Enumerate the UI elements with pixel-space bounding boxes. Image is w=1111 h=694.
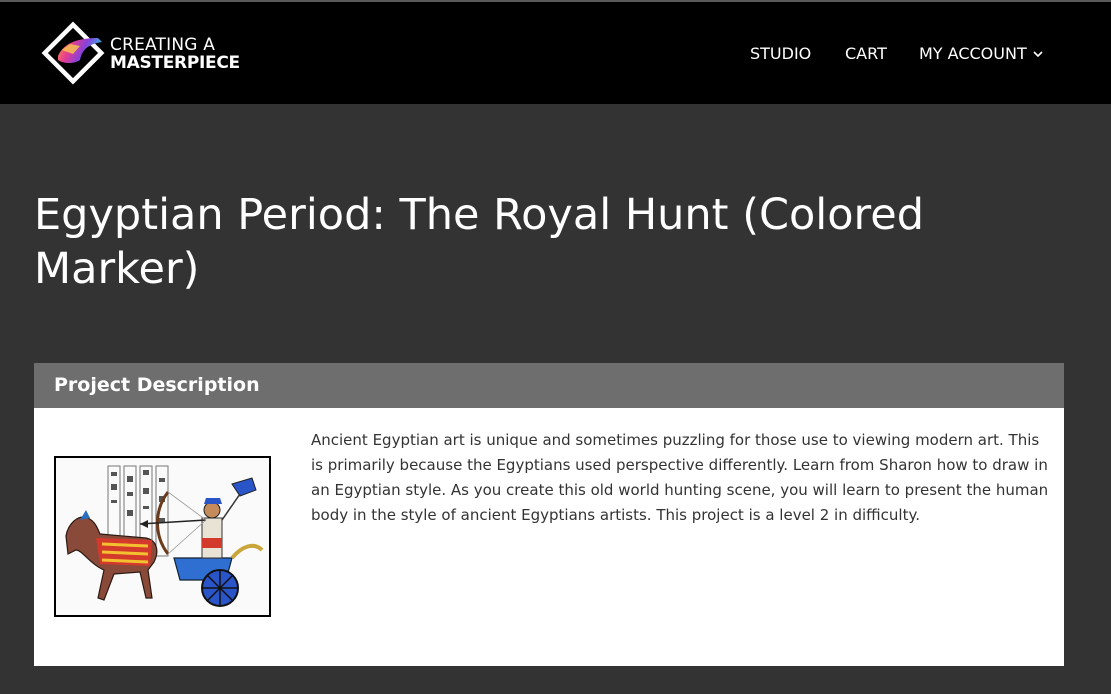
nav-studio[interactable]: STUDIO: [750, 44, 811, 63]
card-title: Project Description: [54, 374, 260, 396]
project-description-card: Project Description Ancient Egyptian art…: [34, 363, 1064, 666]
main-nav: STUDIO CART MY ACCOUNT: [0, 44, 1111, 68]
card-header: Project Description: [34, 363, 1064, 408]
page-title: Egyptian Period: The Royal Hunt (Colored…: [34, 190, 925, 294]
nav-my-account-label: MY ACCOUNT: [919, 44, 1027, 63]
project-thumbnail[interactable]: [54, 456, 271, 617]
royal-hunt-illustration: [56, 458, 269, 615]
project-description-text: Ancient Egyptian art is unique and somet…: [311, 431, 1049, 524]
chevron-down-icon[interactable]: [1033, 47, 1043, 61]
nav-cart[interactable]: CART: [845, 44, 887, 63]
nav-my-account[interactable]: MY ACCOUNT: [919, 44, 1043, 63]
site-header: CREATING A MASTERPIECE STUDIO CART MY AC…: [0, 2, 1111, 104]
